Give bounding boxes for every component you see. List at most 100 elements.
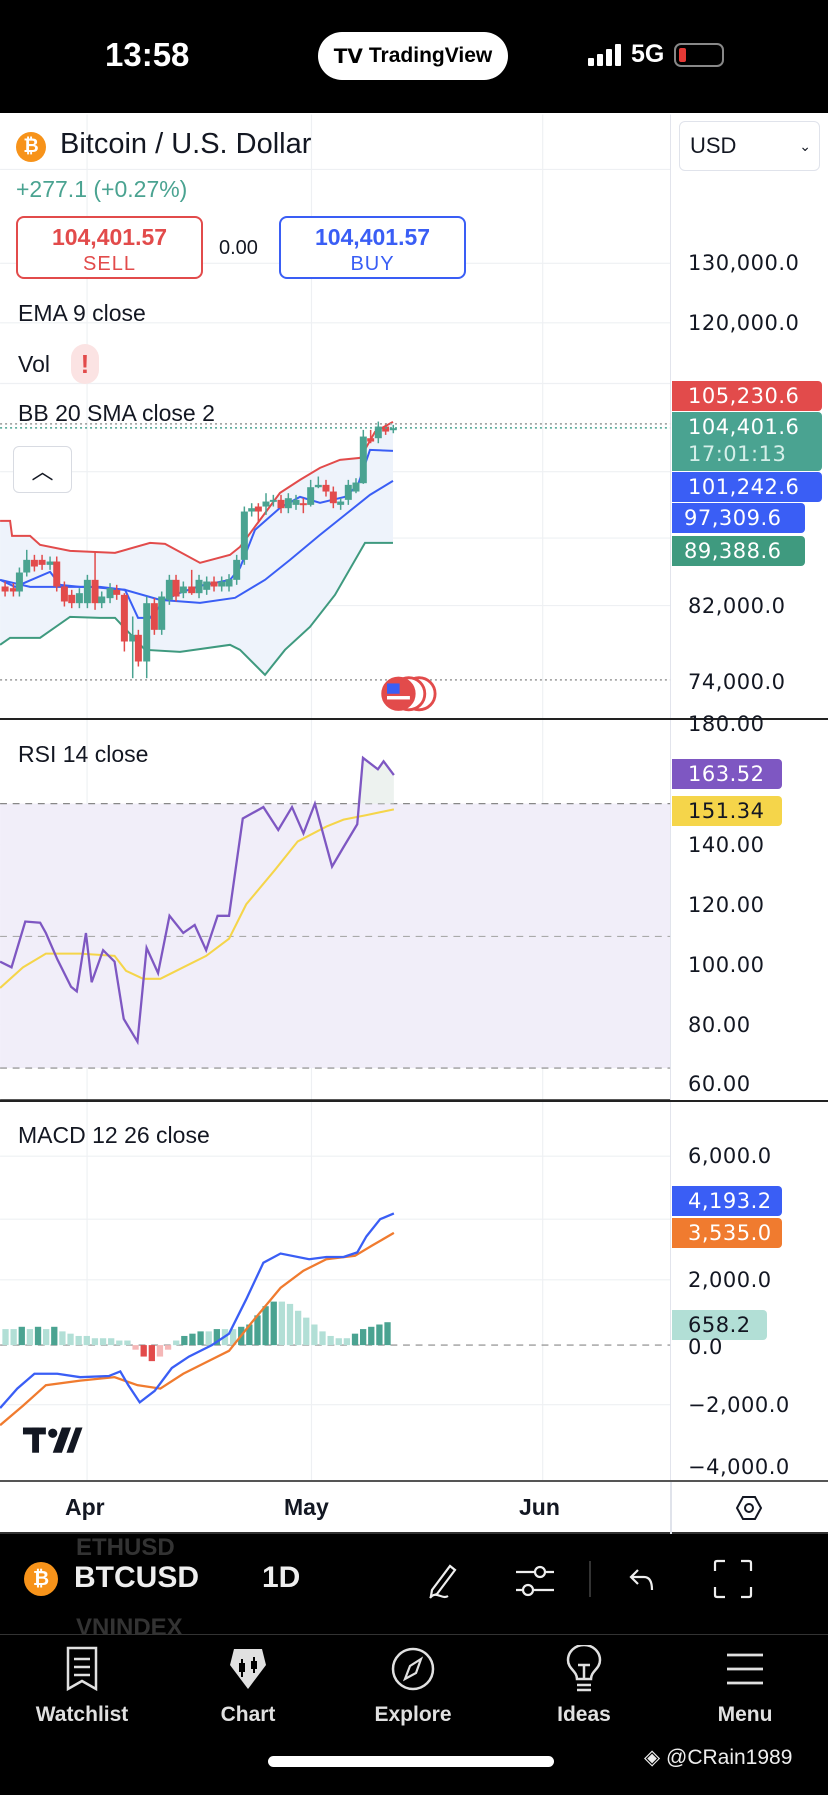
histogram-bar xyxy=(26,1329,34,1346)
macd-pane xyxy=(0,1212,671,1453)
histogram-bar xyxy=(335,1338,342,1346)
axis-label: 0.0 xyxy=(688,1335,723,1359)
fullscreen-icon[interactable] xyxy=(713,1559,753,1599)
candle-body xyxy=(307,487,315,505)
price-pane xyxy=(0,421,671,681)
nav-explore[interactable]: Explore xyxy=(348,1645,478,1727)
buy-button[interactable]: 104,401.57 BUY xyxy=(279,216,466,279)
bb-legend[interactable]: BB 20 SMA close 2 xyxy=(18,400,215,427)
undo-icon[interactable] xyxy=(628,1566,658,1596)
macd-value-tag: 4,193.2 xyxy=(672,1186,782,1216)
candle-body xyxy=(106,588,114,599)
axis-label: 120.00 xyxy=(688,893,765,917)
candle-body xyxy=(30,559,38,567)
candle-body xyxy=(277,499,285,509)
economic-events-icon[interactable] xyxy=(381,676,437,712)
histogram-bar xyxy=(205,1331,212,1346)
settings-hexagon-icon[interactable] xyxy=(735,1494,763,1522)
bb-lower-tag: 89,388.6 xyxy=(672,536,805,566)
drawing-tools-icon[interactable] xyxy=(422,1560,464,1602)
chevron-up-icon: ︿ xyxy=(31,459,54,484)
macd-legend[interactable]: MACD 12 26 close xyxy=(18,1122,210,1149)
axis-label: 130,000.0 xyxy=(688,251,800,275)
histogram-bar xyxy=(343,1338,351,1346)
indicators-settings-icon[interactable] xyxy=(514,1562,556,1602)
candle-body xyxy=(165,579,173,600)
time-axis[interactable]: Apr May Jun xyxy=(0,1480,828,1534)
home-indicator xyxy=(268,1756,554,1767)
bb-basis-tag: 97,309.6 xyxy=(672,503,805,533)
axis-label: 140.00 xyxy=(688,833,765,857)
prev-symbol[interactable]: ETHUSD xyxy=(76,1534,175,1562)
warning-icon[interactable]: ! xyxy=(71,344,99,384)
price-axis[interactable]: 130,000.0 120,000.0 105,230.6 104,401.6 1… xyxy=(0,0,828,1480)
interval-button[interactable]: 1D xyxy=(262,1561,300,1595)
nav-label: Chart xyxy=(220,1703,276,1726)
buy-label: BUY xyxy=(350,253,395,275)
candle-body xyxy=(143,603,151,662)
nav-label: Explore xyxy=(374,1703,452,1726)
collapse-legend-button[interactable]: ︿ xyxy=(13,446,72,493)
candle-body xyxy=(38,559,46,565)
candle-body xyxy=(15,572,23,592)
candle-body xyxy=(203,581,211,590)
ema-tag: 101,242.6 xyxy=(672,472,822,502)
histogram-bar xyxy=(51,1326,58,1346)
chart-icon xyxy=(230,1649,266,1689)
axis-label: 100.00 xyxy=(688,953,765,977)
nav-watchlist[interactable]: Watchlist xyxy=(17,1645,147,1727)
candle-body xyxy=(75,593,83,604)
histogram-bar xyxy=(59,1331,66,1346)
histogram-bar xyxy=(83,1335,90,1346)
histogram-bar xyxy=(18,1326,25,1346)
last-price: 104,401.6 xyxy=(688,415,800,439)
candle-body xyxy=(179,586,187,594)
candle-body xyxy=(98,596,106,604)
candle-body xyxy=(269,499,277,502)
bottom-nav: Watchlist Chart Explore Ideas Menu ◈ @CR… xyxy=(0,1635,828,1795)
candle-body xyxy=(210,581,218,587)
histogram-bar xyxy=(10,1329,17,1346)
histogram-bar xyxy=(156,1345,164,1357)
histogram-bar xyxy=(181,1335,188,1346)
chart-toolbar: ETHUSD ₿ BTCUSD 1D VNINDEX xyxy=(0,1534,828,1635)
histogram-bar xyxy=(286,1303,294,1346)
watermark-text: @CRain1989 xyxy=(666,1746,793,1769)
axis-label: 180.00 xyxy=(688,712,765,736)
candle-body xyxy=(53,561,61,587)
histogram-bar xyxy=(294,1310,302,1346)
rsi-pane xyxy=(0,755,671,1069)
histogram-bar xyxy=(108,1338,115,1346)
candle-body xyxy=(262,501,270,507)
rsi-legend[interactable]: RSI 14 close xyxy=(18,741,148,768)
nav-ideas[interactable]: Ideas xyxy=(519,1645,649,1727)
watermark: ◈ @CRain1989 xyxy=(644,1745,792,1770)
nav-label: Menu xyxy=(717,1703,773,1726)
vol-legend[interactable]: Vol xyxy=(18,351,50,378)
candle-body xyxy=(240,511,248,560)
candle-body xyxy=(344,484,352,500)
ema-legend[interactable]: EMA 9 close xyxy=(18,300,146,327)
tradingview-watermark-icon xyxy=(22,1427,83,1453)
candle-body xyxy=(1,586,9,592)
histogram-bar xyxy=(384,1322,391,1346)
axis-label: −4,000.0 xyxy=(688,1455,790,1479)
candle-body xyxy=(83,579,91,604)
candle-body xyxy=(113,589,121,595)
histogram-bar xyxy=(43,1329,50,1346)
nav-chart[interactable]: Chart xyxy=(183,1645,313,1727)
histogram-bar xyxy=(173,1340,180,1346)
candle-body xyxy=(359,436,367,484)
binance-logo-icon: ◈ xyxy=(644,1746,661,1769)
bitcoin-logo-icon: ₿ xyxy=(24,1562,58,1596)
sell-button[interactable]: 104,401.57 SELL xyxy=(16,216,203,279)
next-symbol[interactable]: VNINDEX xyxy=(76,1614,183,1634)
nav-menu[interactable]: Menu xyxy=(680,1645,810,1727)
symbol-button[interactable]: BTCUSD xyxy=(74,1561,199,1595)
axis-label: 6,000.0 xyxy=(688,1144,772,1168)
histogram-bar xyxy=(116,1340,123,1346)
candle-body xyxy=(314,484,322,488)
signal-line xyxy=(0,1231,395,1427)
candle-body xyxy=(329,491,337,504)
candle-body xyxy=(91,579,99,604)
